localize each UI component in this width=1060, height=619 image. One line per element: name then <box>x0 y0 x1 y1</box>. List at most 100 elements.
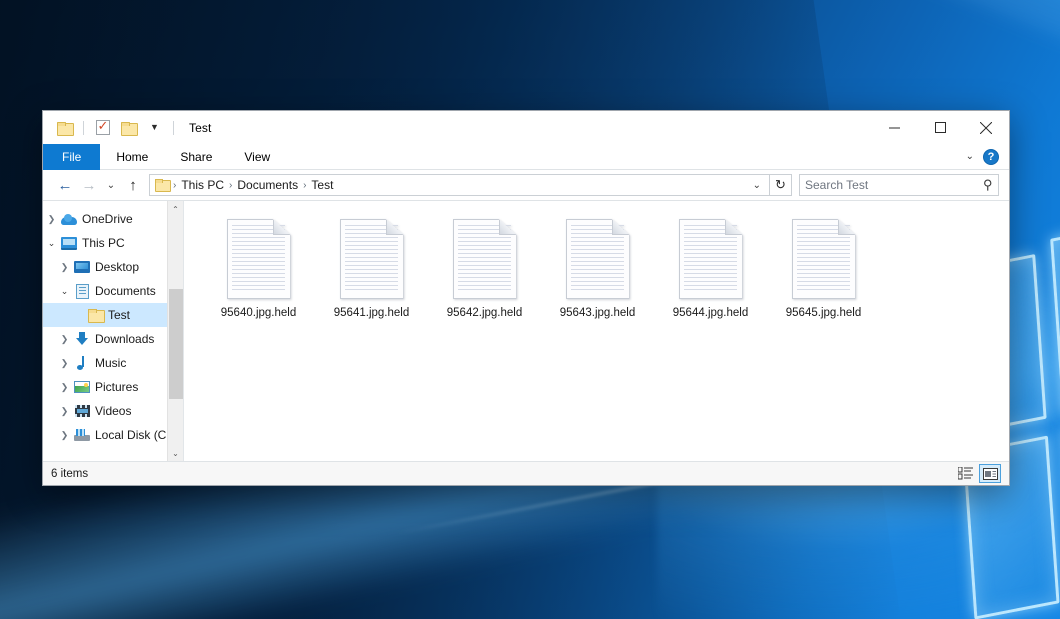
item-count-label: 6 items <box>51 468 88 480</box>
breadcrumb-test[interactable]: Test <box>307 178 337 192</box>
details-view-button[interactable] <box>954 464 976 483</box>
new-folder-icon[interactable] <box>118 117 139 138</box>
generic-file-icon <box>566 219 630 299</box>
sidebar-item-label: Documents <box>95 284 156 298</box>
folder-icon <box>86 307 104 323</box>
scrollbar-thumb[interactable] <box>169 289 183 399</box>
this-pc-icon <box>60 235 78 251</box>
file-item[interactable]: 95643.jpg.held <box>541 215 654 333</box>
file-name-label: 95645.jpg.held <box>786 307 861 319</box>
music-icon <box>73 355 91 371</box>
folder-icon[interactable] <box>54 117 75 138</box>
generic-file-icon <box>453 219 517 299</box>
maximize-button[interactable] <box>917 111 963 144</box>
sidebar-item-label: Test <box>108 308 130 322</box>
file-item[interactable]: 95642.jpg.held <box>428 215 541 333</box>
downloads-icon <box>73 331 91 347</box>
minimize-button[interactable] <box>871 111 917 144</box>
properties-icon[interactable] <box>92 117 113 138</box>
logo-pane-top-right <box>1050 216 1060 415</box>
chevron-right-icon[interactable]: ❯ <box>56 334 73 345</box>
videos-icon <box>73 403 91 419</box>
sidebar-item-label: Pictures <box>95 380 138 394</box>
scroll-down-icon[interactable]: ⌄ <box>168 445 184 461</box>
sidebar-item-label: OneDrive <box>82 212 133 226</box>
search-input[interactable] <box>805 178 983 192</box>
chevron-right-icon[interactable]: ❯ <box>56 382 73 393</box>
file-name-label: 95644.jpg.held <box>673 307 748 319</box>
generic-file-icon <box>792 219 856 299</box>
chevron-down-icon[interactable]: ⌄ <box>56 286 73 297</box>
chevron-right-icon[interactable]: ❯ <box>56 430 73 441</box>
documents-icon <box>73 283 91 299</box>
chevron-down-icon[interactable]: ▼ <box>144 117 165 138</box>
tab-home[interactable]: Home <box>100 144 164 170</box>
file-item[interactable]: 95641.jpg.held <box>315 215 428 333</box>
search-box[interactable]: ⚲ <box>799 174 999 196</box>
sidebar-item-label: Videos <box>95 404 131 418</box>
file-explorer-window: ▼ Test File Home Share View ⌄ ? <box>42 110 1010 486</box>
sidebar-item-label: This PC <box>82 236 125 250</box>
chevron-right-icon[interactable]: ❯ <box>43 214 60 225</box>
generic-file-icon <box>227 219 291 299</box>
sidebar-item-this-pc[interactable]: ⌄ This PC <box>43 231 183 255</box>
breadcrumb-folder-icon <box>155 179 169 191</box>
tab-view[interactable]: View <box>228 144 286 170</box>
refresh-button[interactable]: ↻ <box>770 174 792 196</box>
file-list-pane[interactable]: 95640.jpg.held 95641.jpg.held 95642.jpg.… <box>184 201 1009 461</box>
sidebar-item-pictures[interactable]: ❯ Pictures <box>43 375 183 399</box>
breadcrumb-this-pc[interactable]: This PC <box>177 178 228 192</box>
address-dropdown-icon[interactable]: ⌄ <box>747 180 767 191</box>
sidebar-item-local-disk[interactable]: ❯ Local Disk (C:) <box>43 423 183 447</box>
scrollbar-track[interactable] <box>168 217 184 445</box>
sidebar-item-test[interactable]: Test <box>43 303 183 327</box>
quick-access-toolbar: ▼ Test <box>43 117 211 138</box>
sidebar-item-downloads[interactable]: ❯ Downloads <box>43 327 183 351</box>
up-button[interactable]: ↑ <box>121 174 145 196</box>
sidebar-item-music[interactable]: ❯ Music <box>43 351 183 375</box>
file-name-label: 95640.jpg.held <box>221 307 296 319</box>
chevron-down-icon-ribbon[interactable]: ⌄ <box>966 151 974 162</box>
sidebar-item-label: Music <box>95 356 126 370</box>
navigation-pane-scrollbar[interactable]: ⌃ ⌄ <box>167 201 183 461</box>
ribbon-spacer <box>286 144 965 169</box>
desktop-icon <box>73 259 91 275</box>
file-name-label: 95642.jpg.held <box>447 307 522 319</box>
sidebar-item-desktop[interactable]: ❯ Desktop <box>43 255 183 279</box>
chevron-right-icon[interactable]: ❯ <box>56 406 73 417</box>
recent-locations-button[interactable]: ⌄ <box>101 174 121 196</box>
close-button[interactable] <box>963 111 1009 144</box>
navigation-pane: ❯ OneDrive ⌄ This PC ❯ Desktop ⌄ Documen… <box>43 201 183 461</box>
chevron-right-icon[interactable]: ❯ <box>56 262 73 273</box>
file-item[interactable]: 95644.jpg.held <box>654 215 767 333</box>
status-bar: 6 items <box>43 461 1009 485</box>
file-item[interactable]: 95645.jpg.held <box>767 215 880 333</box>
file-grid: 95640.jpg.held 95641.jpg.held 95642.jpg.… <box>184 201 1009 333</box>
help-icon[interactable]: ? <box>983 149 999 165</box>
scroll-up-icon[interactable]: ⌃ <box>168 201 184 217</box>
tab-share[interactable]: Share <box>164 144 228 170</box>
ribbon-tab-bar: File Home Share View ⌄ ? <box>43 144 1009 170</box>
sidebar-item-documents[interactable]: ⌄ Documents <box>43 279 183 303</box>
search-icon[interactable]: ⚲ <box>983 177 993 193</box>
sidebar-item-onedrive[interactable]: ❯ OneDrive <box>43 207 183 231</box>
file-name-label: 95641.jpg.held <box>334 307 409 319</box>
chevron-right-icon[interactable]: ❯ <box>56 358 73 369</box>
file-item[interactable]: 95640.jpg.held <box>202 215 315 333</box>
tab-file[interactable]: File <box>43 144 100 170</box>
forward-button[interactable]: → <box>77 174 101 196</box>
pictures-icon <box>73 379 91 395</box>
sidebar-item-videos[interactable]: ❯ Videos <box>43 399 183 423</box>
chevron-down-icon[interactable]: ⌄ <box>43 238 60 249</box>
address-bar[interactable]: › This PC › Documents › Test ⌄ <box>149 174 770 196</box>
back-button[interactable]: ← <box>53 174 77 196</box>
view-toggle-group <box>954 464 1001 483</box>
title-bar: ▼ Test <box>43 111 1009 144</box>
breadcrumb-documents[interactable]: Documents <box>233 178 302 192</box>
disk-icon <box>73 427 91 443</box>
file-name-label: 95643.jpg.held <box>560 307 635 319</box>
sidebar-item-label: Local Disk (C:) <box>95 428 174 442</box>
window-body: ❯ OneDrive ⌄ This PC ❯ Desktop ⌄ Documen… <box>43 200 1009 461</box>
onedrive-icon <box>60 211 78 227</box>
large-icons-view-button[interactable] <box>979 464 1001 483</box>
